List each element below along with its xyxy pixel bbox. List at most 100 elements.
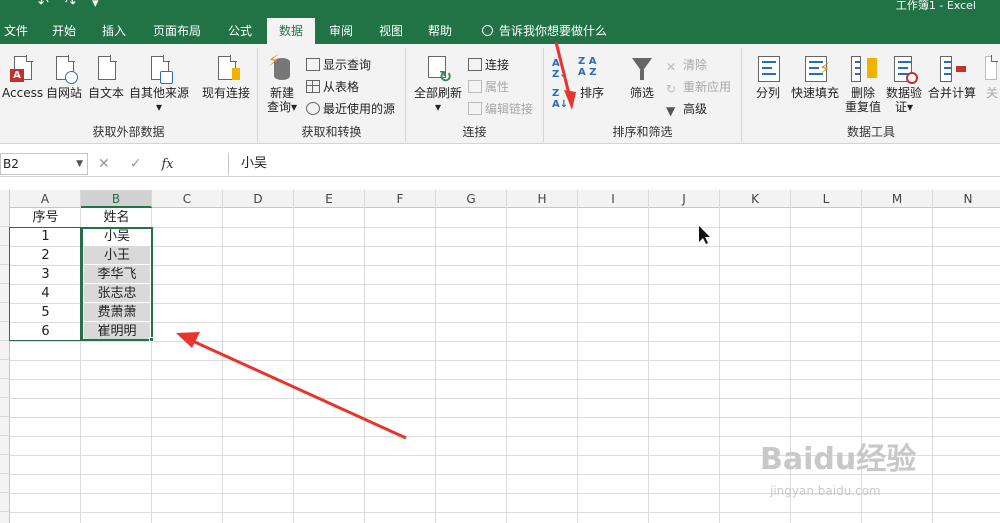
cell-b1[interactable]: 姓名 (81, 208, 152, 227)
reapply-icon: ↻ (666, 82, 677, 96)
filter-button[interactable]: 筛选 (624, 54, 660, 100)
cancel-icon[interactable]: ✕ (98, 156, 110, 172)
grid-hline (10, 398, 1000, 399)
column-header-c[interactable]: C (152, 190, 223, 208)
grid-hline (10, 417, 1000, 418)
tell-me-search[interactable]: 告诉我你想要做什么 (482, 18, 607, 44)
new-query-button[interactable]: ⚡ 新建 查询▾ (262, 53, 302, 115)
text-to-columns-button[interactable]: 分列 (750, 54, 786, 100)
column-header-d[interactable]: D (223, 190, 294, 208)
name-box[interactable]: B2 ▼ (0, 153, 88, 175)
clear-filter-button[interactable]: ✕ 清除 (666, 56, 707, 74)
grid-vline (293, 208, 294, 523)
column-header-a[interactable]: A (10, 190, 81, 208)
formula-input[interactable]: 小吴 (228, 153, 1000, 175)
flash-fill-button[interactable]: ⚡ 快速填充 (790, 54, 840, 100)
row-header[interactable] (0, 455, 10, 474)
from-table-button[interactable]: 从表格 (306, 78, 359, 96)
tab-home[interactable]: 开始 (42, 18, 86, 44)
existing-connections-button[interactable]: 现有连接 (200, 54, 252, 100)
relationships-icon (985, 54, 999, 84)
from-other-sources-button[interactable]: 自其他来源 ▾ (128, 54, 190, 114)
cell-a1[interactable]: 序号 (10, 208, 81, 227)
properties-button[interactable]: 属性 (468, 78, 509, 96)
properties-icon (468, 80, 482, 93)
recent-sources-icon (306, 102, 320, 115)
row-header[interactable] (0, 208, 10, 227)
filter-funnel-icon (628, 54, 656, 84)
relationships-button[interactable]: 关 (982, 54, 1000, 100)
column-header-i[interactable]: I (578, 190, 649, 208)
other-sources-icon (145, 54, 173, 84)
edit-links-button[interactable]: 编辑链接 (468, 100, 533, 118)
column-header-h[interactable]: H (507, 190, 578, 208)
reapply-button[interactable]: ↻ 重新应用 (666, 78, 731, 96)
row-header[interactable] (0, 398, 10, 417)
group-data-tools: 分列 ⚡ 快速填充 删除 重复值 数据验 证▾ 合并计算 关 数据工具 (742, 48, 1000, 142)
tab-review[interactable]: 审阅 (319, 18, 363, 44)
tab-view[interactable]: 视图 (369, 18, 413, 44)
column-header-k[interactable]: K (720, 190, 791, 208)
column-header-b[interactable]: B (81, 190, 152, 208)
connections-button[interactable]: 连接 (468, 56, 509, 74)
row-header[interactable] (0, 474, 10, 493)
row-header[interactable] (0, 379, 10, 398)
row-header[interactable] (0, 493, 10, 512)
tab-data[interactable]: 数据 (267, 18, 315, 44)
grid-vline (506, 208, 507, 523)
column-header-j[interactable]: J (649, 190, 720, 208)
connections-icon (468, 58, 482, 71)
quick-access-toolbar[interactable]: ↶ ↷ ▾ (38, 0, 105, 11)
row-header[interactable] (0, 417, 10, 436)
advanced-filter-button[interactable]: ▼ 高级 (666, 100, 707, 118)
tab-formulas[interactable]: 公式 (218, 18, 262, 44)
consolidate-button[interactable]: 合并计算 (926, 54, 978, 100)
tab-page-layout[interactable]: 页面布局 (143, 18, 211, 44)
column-header-m[interactable]: M (862, 190, 933, 208)
insert-function-icon[interactable]: fx (161, 157, 173, 172)
chevron-down-icon[interactable]: ▼ (76, 154, 83, 174)
column-header-g[interactable]: G (436, 190, 507, 208)
row-header[interactable] (0, 512, 10, 523)
refresh-icon: ↻ (424, 54, 452, 85)
column-a-range-border (9, 227, 81, 341)
from-web-button[interactable]: 自网站 (44, 54, 84, 100)
enter-check-icon[interactable]: ✓ (130, 156, 142, 172)
refresh-all-button[interactable]: ↻ 全部刷新 ▾ (412, 54, 464, 114)
data-validation-button[interactable]: 数据验 证▾ (884, 54, 924, 114)
grid-hline (10, 284, 1000, 285)
row-header[interactable] (0, 360, 10, 379)
select-all-corner[interactable] (0, 190, 10, 208)
tab-insert[interactable]: 插入 (92, 18, 136, 44)
tab-file[interactable]: 文件 (0, 18, 38, 44)
row-header[interactable] (0, 436, 10, 455)
tab-help[interactable]: 帮助 (418, 18, 462, 44)
column-header-n[interactable]: N (933, 190, 1000, 208)
tell-me-text: 告诉我你想要做什么 (499, 24, 608, 38)
title-line: ↶ ↷ ▾ 工作簿1 - Excel (0, 0, 1000, 14)
sort-button[interactable]: Z AA Z 排序 (574, 54, 610, 100)
advanced-filter-icon: ▼ (666, 104, 676, 118)
show-queries-button[interactable]: 显示查询 (306, 56, 371, 74)
from-text-button[interactable]: 自文本 (86, 54, 126, 100)
recent-sources-button[interactable]: 最近使用的源 (306, 100, 395, 118)
grid-vline (435, 208, 436, 523)
group-sort-filter: A Z↓ Z A↓ Z AA Z 排序 筛选 ✕ 清除 ↻ 重新应用 ▼ 高级 排序和筛选 (544, 48, 742, 142)
grid-vline (719, 208, 720, 523)
group-get-external-data: A Access 自网站 自文本 自其他来源 ▾ 现有连接 获取外部数据 (0, 48, 258, 142)
show-queries-icon (306, 58, 320, 71)
clear-filter-icon: ✕ (666, 60, 677, 74)
access-icon: A (8, 54, 36, 84)
column-header-l[interactable]: L (791, 190, 862, 208)
sort-ascending-button[interactable]: A Z↓ (552, 58, 568, 82)
sort-descending-button[interactable]: Z A↓ (552, 88, 568, 112)
group-get-transform: ⚡ 新建 查询▾ 显示查询 从表格 最近使用的源 获取和转换 (258, 48, 406, 142)
remove-duplicates-button[interactable]: 删除 重复值 (844, 54, 882, 114)
group-label-transform: 获取和转换 (301, 125, 362, 139)
column-header-e[interactable]: E (294, 190, 365, 208)
column-header-f[interactable]: F (365, 190, 436, 208)
row-header[interactable] (0, 341, 10, 360)
fill-handle[interactable] (149, 337, 154, 342)
access-button[interactable]: A Access (2, 54, 43, 100)
grid-hline (10, 265, 1000, 266)
